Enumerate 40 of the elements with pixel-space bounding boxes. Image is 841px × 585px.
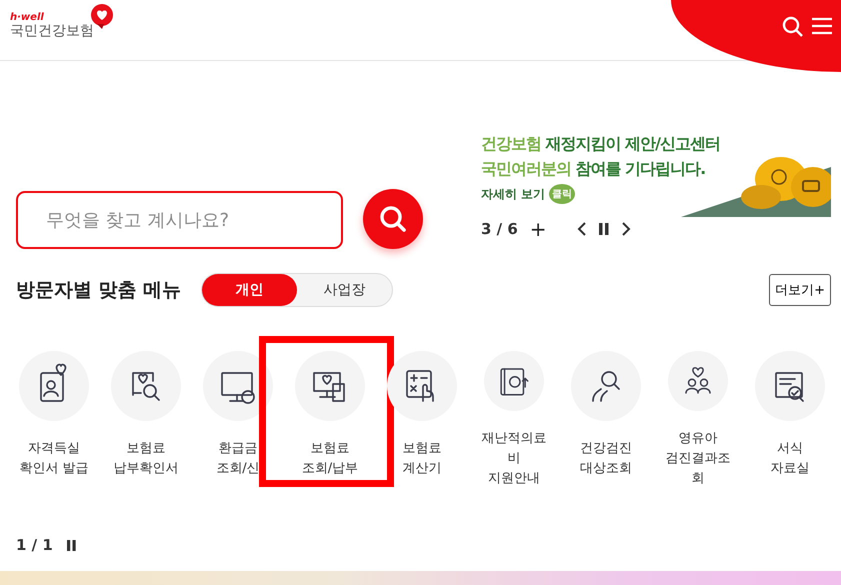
menu-item-label[interactable]: 서식 자료실 [770, 439, 810, 479]
pause-icon[interactable] [66, 540, 76, 550]
service-icon[interactable] [295, 351, 365, 421]
click-badge: 클릭 [549, 184, 576, 204]
search-button[interactable] [363, 189, 423, 249]
menu-item-label[interactable]: 보험료 납부확인서 [114, 439, 178, 479]
menu-item-label[interactable]: 환급금 조회/신 [216, 439, 260, 479]
visitor-tab[interactable]: 사업장 [297, 274, 392, 306]
page-counter: 1 / 1 [16, 536, 53, 554]
menu-item-label[interactable]: 영유아 검진결과조 회 [666, 429, 730, 489]
previous-icon[interactable] [576, 222, 587, 236]
menu-item-label[interactable]: 건강검진 대상조회 [580, 439, 632, 479]
banner-headline: 건강보험 재정지킴이 제안/신고센터 [481, 133, 721, 155]
menu-item-label[interactable]: 보험료 조회/납부 [302, 439, 358, 479]
menu-item-label[interactable]: 재난적의료 비 지원안내 [482, 429, 546, 489]
menu-item-label[interactable]: 자격득실 확인서 발급 [19, 439, 89, 479]
add-button[interactable]: + [530, 219, 547, 239]
visitor-tab[interactable]: 개인 [202, 274, 298, 306]
banner[interactable]: 건강보험 재정지킴이 제안/신고센터 국민여러분의 참여를 기다립니다. 자세히 보기 클릭 [481, 123, 831, 217]
service-icon[interactable] [111, 351, 181, 421]
service-icon[interactable] [755, 351, 825, 421]
search-icon[interactable] [378, 204, 408, 234]
service-icon[interactable] [387, 351, 457, 421]
section-title: 방문자별 맞춤 메뉴 [16, 278, 182, 303]
banner-headline: 국민여러분의 참여를 기다립니다. [481, 158, 706, 180]
pause-icon[interactable] [598, 223, 609, 235]
service-icon[interactable] [19, 351, 89, 421]
search-field[interactable]: 무엇을 찾고 계시나요? [16, 191, 343, 249]
next-icon[interactable] [620, 222, 631, 236]
service-icon[interactable] [203, 351, 273, 421]
menu-icon[interactable] [811, 16, 833, 36]
slide-counter: 3 / 6 [481, 220, 518, 238]
menu-item-label[interactable]: 보험료 계산기 [402, 439, 442, 479]
search-icon[interactable] [782, 16, 804, 38]
service-icon[interactable] [571, 351, 641, 421]
details-link[interactable]: 자세히 보기 [481, 186, 546, 202]
logo-name[interactable]: 국민건강보험 [10, 23, 94, 39]
logo-tagline: h·well [10, 12, 45, 23]
more-button[interactable]: 더보기+ [769, 274, 831, 306]
heart-logo-icon [90, 4, 114, 30]
